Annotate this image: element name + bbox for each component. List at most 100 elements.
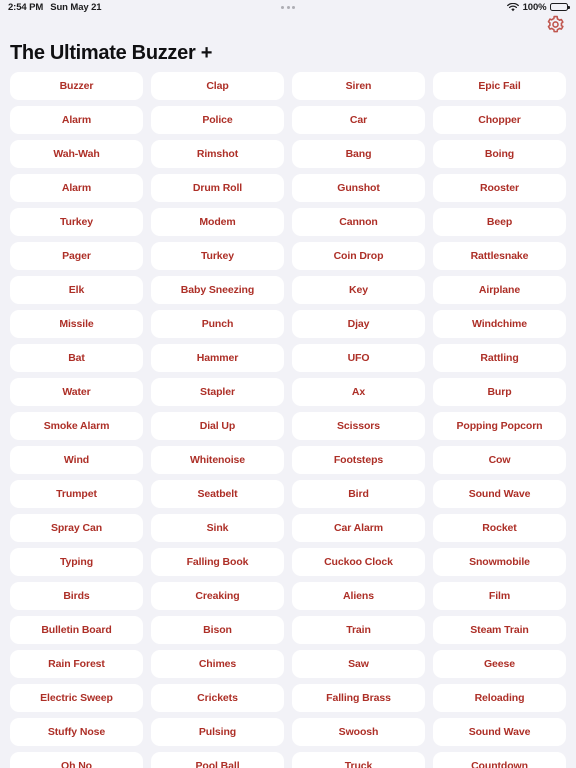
sound-button[interactable]: Wah-Wah — [10, 140, 143, 168]
battery-percent: 100% — [522, 1, 547, 13]
settings-row — [0, 14, 576, 38]
sound-button[interactable]: Smoke Alarm — [10, 412, 143, 440]
sound-button[interactable]: Oh No — [10, 752, 143, 768]
sound-button[interactable]: Rocket — [433, 514, 566, 542]
sound-button[interactable]: Wind — [10, 446, 143, 474]
sound-button[interactable]: Sound Wave — [433, 718, 566, 746]
sound-button[interactable]: Siren — [292, 72, 425, 100]
sound-button[interactable]: Buzzer — [10, 72, 143, 100]
battery-icon — [550, 2, 570, 12]
sound-button[interactable]: Cuckoo Clock — [292, 548, 425, 576]
sound-button[interactable]: Rattling — [433, 344, 566, 372]
sound-button[interactable]: Bat — [10, 344, 143, 372]
sound-button[interactable]: Pool Ball — [151, 752, 284, 768]
sound-button[interactable]: Rattlesnake — [433, 242, 566, 270]
sound-button[interactable]: Chopper — [433, 106, 566, 134]
sound-button[interactable]: Swoosh — [292, 718, 425, 746]
sound-button[interactable]: Scissors — [292, 412, 425, 440]
sound-button[interactable]: Drum Roll — [151, 174, 284, 202]
sound-button[interactable]: Stuffy Nose — [10, 718, 143, 746]
sound-button[interactable]: Beep — [433, 208, 566, 236]
sound-button[interactable]: Key — [292, 276, 425, 304]
sound-button[interactable]: Typing — [10, 548, 143, 576]
sound-button[interactable]: Seatbelt — [151, 480, 284, 508]
status-bar-left: 2:54 PM Sun May 21 — [8, 2, 102, 13]
sound-button[interactable]: Bang — [292, 140, 425, 168]
sound-button[interactable]: Sink — [151, 514, 284, 542]
sound-button[interactable]: Pulsing — [151, 718, 284, 746]
sound-button[interactable]: Car Alarm — [292, 514, 425, 542]
sound-button[interactable]: Truck — [292, 752, 425, 768]
sound-button[interactable]: Saw — [292, 650, 425, 678]
sound-button[interactable]: Burp — [433, 378, 566, 406]
sound-button[interactable]: Gunshot — [292, 174, 425, 202]
sound-button[interactable]: Birds — [10, 582, 143, 610]
sound-button[interactable]: Countdown — [433, 752, 566, 768]
sound-button[interactable]: Elk — [10, 276, 143, 304]
sound-button[interactable]: Creaking — [151, 582, 284, 610]
sound-button[interactable]: Epic Fail — [433, 72, 566, 100]
sound-button[interactable]: Cannon — [292, 208, 425, 236]
dot-icon — [286, 5, 290, 9]
sound-button[interactable]: Snowmobile — [433, 548, 566, 576]
sound-button[interactable]: Whitenoise — [151, 446, 284, 474]
sound-button[interactable]: Car — [292, 106, 425, 134]
sound-button[interactable]: Dial Up — [151, 412, 284, 440]
status-bar: 2:54 PM Sun May 21 100% — [0, 0, 576, 14]
sound-button[interactable]: Reloading — [433, 684, 566, 712]
sound-button[interactable]: Falling Brass — [292, 684, 425, 712]
sound-button[interactable]: Steam Train — [433, 616, 566, 644]
sound-button[interactable]: Water — [10, 378, 143, 406]
settings-button[interactable] — [544, 15, 566, 37]
sound-button[interactable]: Turkey — [151, 242, 284, 270]
sound-button[interactable]: Modem — [151, 208, 284, 236]
sound-button[interactable]: Rooster — [433, 174, 566, 202]
sound-button[interactable]: Windchime — [433, 310, 566, 338]
sound-button[interactable]: Popping Popcorn — [433, 412, 566, 440]
wifi-icon — [507, 2, 520, 12]
sound-button[interactable]: Cow — [433, 446, 566, 474]
sound-button[interactable]: Falling Book — [151, 548, 284, 576]
sound-button[interactable]: Punch — [151, 310, 284, 338]
sound-button[interactable]: Crickets — [151, 684, 284, 712]
sound-button[interactable]: Rain Forest — [10, 650, 143, 678]
sound-button[interactable]: Boing — [433, 140, 566, 168]
dot-icon — [292, 5, 295, 9]
sound-button[interactable]: Baby Sneezing — [151, 276, 284, 304]
sound-button[interactable]: Coin Drop — [292, 242, 425, 270]
sound-button[interactable]: Alarm — [10, 174, 143, 202]
sound-button[interactable]: Police — [151, 106, 284, 134]
sound-button[interactable]: Sound Wave — [433, 480, 566, 508]
page-title: The Ultimate Buzzer + — [10, 42, 213, 64]
sound-button[interactable]: Trumpet — [10, 480, 143, 508]
sound-button[interactable]: Clap — [151, 72, 284, 100]
sound-button[interactable]: Spray Can — [10, 514, 143, 542]
sound-button[interactable]: Stapler — [151, 378, 284, 406]
sound-button[interactable]: Footsteps — [292, 446, 425, 474]
gear-icon — [546, 15, 565, 37]
sound-button[interactable]: Djay — [292, 310, 425, 338]
sound-button[interactable]: Train — [292, 616, 425, 644]
sound-button-grid: Buzzer Clap Siren Epic Fail Alarm Police Car Ch… — [0, 66, 576, 768]
sound-button[interactable]: Missile — [10, 310, 143, 338]
status-date: Sun May 21 — [50, 1, 102, 13]
status-bar-right: 100% — [507, 1, 570, 13]
status-time: 2:54 PM — [8, 1, 44, 13]
sound-button[interactable]: Ax — [292, 378, 425, 406]
sound-button[interactable]: Pager — [10, 242, 143, 270]
dot-icon — [281, 5, 284, 9]
sound-button[interactable]: Alarm — [10, 106, 143, 134]
sound-button[interactable]: Airplane — [433, 276, 566, 304]
sound-button[interactable]: Rimshot — [151, 140, 284, 168]
sound-button[interactable]: Bird — [292, 480, 425, 508]
sound-button[interactable]: Bulletin Board — [10, 616, 143, 644]
sound-button[interactable]: Bison — [151, 616, 284, 644]
sound-button[interactable]: Chimes — [151, 650, 284, 678]
sound-button[interactable]: Electric Sweep — [10, 684, 143, 712]
sound-button[interactable]: Hammer — [151, 344, 284, 372]
sound-button[interactable]: UFO — [292, 344, 425, 372]
sound-button[interactable]: Geese — [433, 650, 566, 678]
sound-button[interactable]: Film — [433, 582, 566, 610]
sound-button[interactable]: Aliens — [292, 582, 425, 610]
sound-button[interactable]: Turkey — [10, 208, 143, 236]
